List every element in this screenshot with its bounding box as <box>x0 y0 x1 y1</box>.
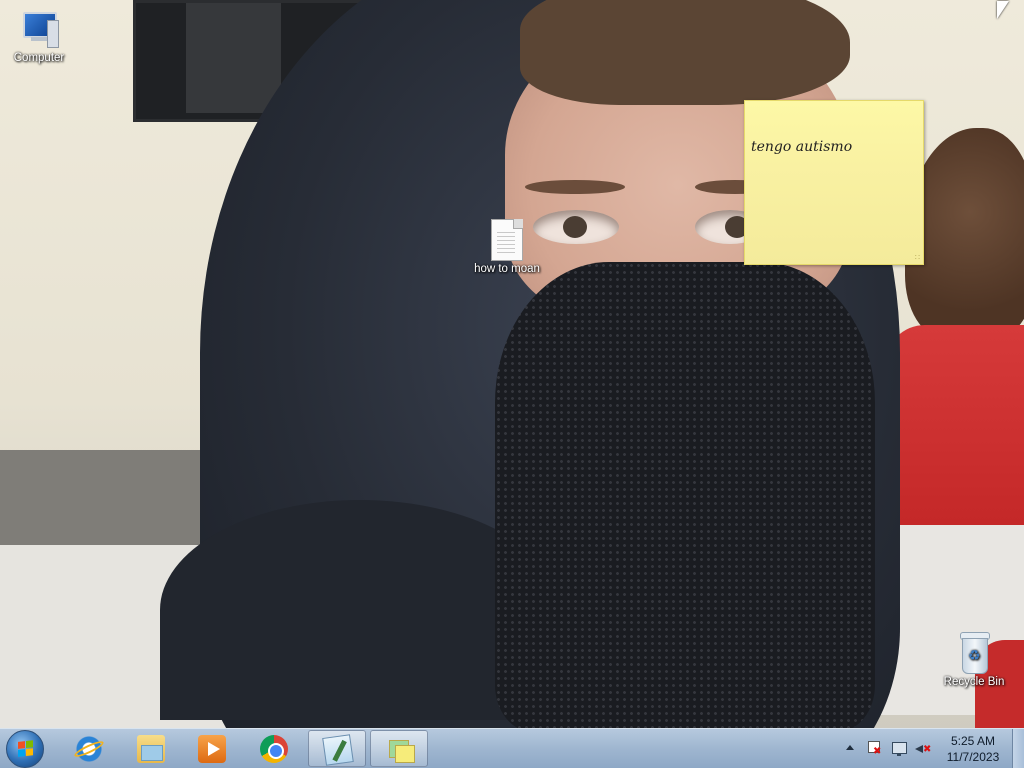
desktop-icon-how-to-moan[interactable]: how to moan <box>469 219 545 275</box>
resize-grip-icon[interactable]: ∷ <box>915 253 920 262</box>
start-button[interactable] <box>6 730 44 768</box>
action-center-flag-icon[interactable] <box>866 741 882 757</box>
show-desktop-button[interactable] <box>1012 729 1024 768</box>
sticky-note-text[interactable]: tengo autismo <box>751 139 852 155</box>
windows-logo-icon <box>18 740 34 758</box>
desktop-icon-computer[interactable]: Computer <box>1 10 77 64</box>
folder-explorer-icon <box>137 735 165 763</box>
clock-date: 11/7/2023 <box>946 750 1000 764</box>
desktop-icon-label: Computer <box>13 52 65 64</box>
mouse-cursor-icon <box>997 1 1009 19</box>
recycle-bin-icon <box>958 632 990 674</box>
clock-time: 5:25 AM <box>950 734 996 748</box>
computer-icon <box>17 10 61 50</box>
taskbar-sticky-notes[interactable] <box>370 730 428 767</box>
chrome-icon <box>260 735 288 763</box>
desktop-icon-recycle-bin[interactable]: Recycle Bin <box>936 632 1012 688</box>
volume-muted-icon[interactable] <box>915 741 931 757</box>
text-file-icon <box>491 219 523 261</box>
desktop-icon-label: how to moan <box>474 263 540 275</box>
wallpaper-hair <box>520 0 850 105</box>
taskbar-notepad[interactable] <box>308 730 366 767</box>
media-player-icon <box>198 735 226 763</box>
sticky-notes-icon <box>386 736 415 764</box>
taskbar-windows-explorer[interactable] <box>122 730 180 767</box>
sticky-note[interactable]: tengo autismo ∷ <box>744 100 924 265</box>
wallpaper-wall-panel <box>0 450 230 550</box>
network-icon[interactable] <box>891 741 907 757</box>
taskbar: 5:25 AM 11/7/2023 <box>0 728 1024 768</box>
internet-explorer-icon <box>75 735 103 763</box>
system-clock[interactable]: 5:25 AM 11/7/2023 <box>940 733 1006 765</box>
taskbar-chrome[interactable] <box>245 730 303 767</box>
show-hidden-icons-arrow[interactable] <box>846 745 854 750</box>
taskbar-internet-explorer[interactable] <box>60 730 118 767</box>
desktop-icon-label: Recycle Bin <box>943 676 1005 688</box>
wallpaper-background-person-hoodie <box>885 325 1024 525</box>
taskbar-media-player[interactable] <box>183 730 241 767</box>
notepad-icon <box>322 734 354 766</box>
wallpaper-mesh-mask <box>495 262 875 728</box>
